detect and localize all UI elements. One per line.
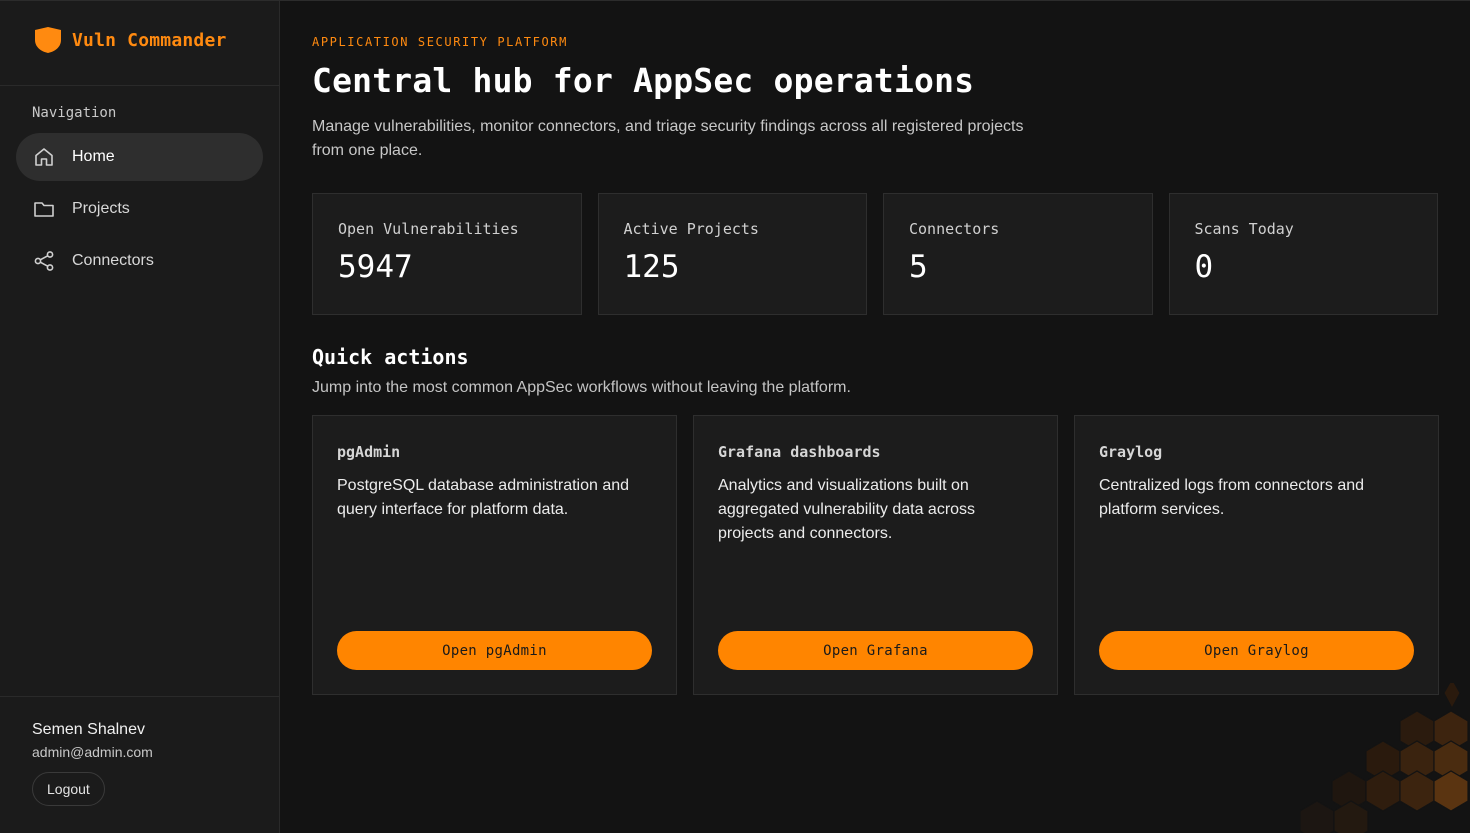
sidebar: Vuln Commander Navigation Home Projects … [0,1,280,833]
nav-heading: Navigation [32,105,117,121]
sidebar-item-projects[interactable]: Projects [16,185,263,233]
page-description: Manage vulnerabilities, monitor connecto… [312,118,1024,159]
hexagon-pattern-decoration [1300,683,1469,833]
sidebar-item-label: Projects [72,200,130,217]
stat-card-open-vulnerabilities: Open Vulnerabilities 5947 [312,193,582,315]
quick-action-card-grafana: Grafana dashboards Analytics and visuali… [693,415,1058,695]
brand[interactable]: Vuln Commander [0,1,279,86]
card-description: Centralized logs from connectors and pla… [1099,477,1365,518]
main-content: APPLICATION SECURITY PLATFORM Central hu… [312,1,1439,695]
quick-actions-description: Jump into the most common AppSec workflo… [312,379,851,396]
folder-icon [33,198,55,220]
stat-card-active-projects: Active Projects 125 [597,193,867,315]
stats-row: Open Vulnerabilities 5947 Active Project… [312,193,1438,315]
quick-actions-cards: pgAdmin PostgreSQL database administrati… [312,415,1439,695]
card-title: Grafana dashboards [718,443,881,461]
user-name: Semen Shalnev [32,721,145,738]
stat-value: 125 [623,249,680,285]
user-email: admin@admin.com [32,744,153,760]
page-title: Central hub for AppSec operations [312,61,975,100]
stat-label: Scans Today [1194,220,1294,238]
sidebar-item-label: Connectors [72,252,154,269]
stat-label: Active Projects [623,220,759,238]
stat-label: Open Vulnerabilities [338,220,519,238]
card-title: Graylog [1099,443,1163,461]
sidebar-item-label: Home [72,148,115,165]
quick-action-card-pgadmin: pgAdmin PostgreSQL database administrati… [312,415,677,695]
card-title: pgAdmin [337,443,401,461]
card-description: Analytics and visualizations built on ag… [718,477,976,542]
home-icon [33,146,55,168]
shield-logo-icon [35,27,61,53]
sidebar-item-connectors[interactable]: Connectors [16,237,263,285]
quick-action-card-graylog: Graylog Centralized logs from connectors… [1074,415,1439,695]
user-panel: Semen Shalnev admin@admin.com Logout [0,696,279,833]
stat-card-scans-today: Scans Today 0 [1168,193,1438,315]
stat-value: 5947 [338,249,413,285]
open-pgadmin-button[interactable]: Open pgAdmin [337,631,652,670]
logout-button[interactable]: Logout [32,772,105,806]
stat-value: 0 [1194,249,1214,285]
stat-value: 5 [909,249,928,285]
stat-card-connectors: Connectors 5 [883,193,1153,315]
card-description: PostgreSQL database administration and q… [337,477,630,518]
sidebar-item-home[interactable]: Home [16,133,263,181]
app-name: Vuln Commander [72,29,227,51]
open-grafana-button[interactable]: Open Grafana [718,631,1033,670]
sidebar-nav: Home Projects Connectors [0,133,279,285]
open-graylog-button[interactable]: Open Graylog [1099,631,1414,670]
quick-actions-title: Quick actions [312,345,469,369]
eyebrow-label: APPLICATION SECURITY PLATFORM [312,35,568,49]
share-nodes-icon [33,250,55,272]
stat-label: Connectors [909,220,1000,238]
